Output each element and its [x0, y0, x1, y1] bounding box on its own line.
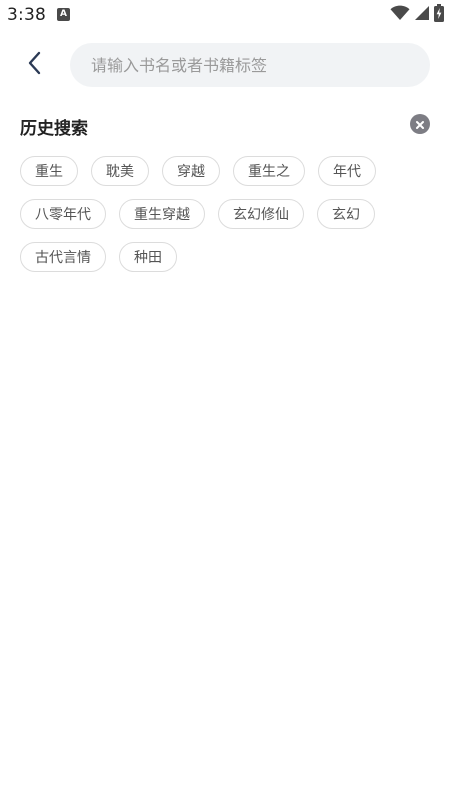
- status-time: 3:38: [7, 5, 46, 25]
- tag-row: 八零年代 重生穿越 玄幻修仙 玄幻: [20, 199, 430, 229]
- back-button[interactable]: [18, 48, 52, 82]
- history-tag[interactable]: 重生穿越: [119, 199, 205, 229]
- history-tag[interactable]: 重生: [20, 156, 78, 186]
- wifi-icon: [390, 5, 410, 25]
- history-tag[interactable]: 种田: [119, 242, 177, 272]
- close-circle-icon: [415, 115, 425, 134]
- history-tags: 重生 耽美 穿越 重生之 年代 八零年代 重生穿越 玄幻修仙 玄幻 古代言情 种…: [20, 156, 430, 285]
- history-tag[interactable]: 古代言情: [20, 242, 106, 272]
- history-tag[interactable]: 耽美: [91, 156, 149, 186]
- battery-charging-icon: [434, 4, 444, 26]
- search-screen: 3:38 A 请输入书名或者书籍标签 历史搜索 重生 耽美 穿越 重生之 年代 …: [0, 0, 450, 800]
- history-tag[interactable]: 年代: [318, 156, 376, 186]
- history-tag[interactable]: 八零年代: [20, 199, 106, 229]
- history-tag[interactable]: 玄幻修仙: [218, 199, 304, 229]
- signal-icon: [414, 5, 430, 25]
- status-bar: 3:38 A: [0, 0, 450, 30]
- search-box[interactable]: [70, 43, 430, 87]
- clear-history-button[interactable]: [410, 114, 430, 134]
- status-icons: [390, 4, 444, 26]
- history-tag[interactable]: 重生之: [233, 156, 305, 186]
- tag-row: 古代言情 种田: [20, 242, 430, 272]
- a-icon: A: [57, 8, 70, 21]
- history-tag[interactable]: 穿越: [162, 156, 220, 186]
- chevron-left-icon: [27, 51, 43, 79]
- tag-row: 重生 耽美 穿越 重生之 年代: [20, 156, 430, 186]
- history-tag[interactable]: 玄幻: [317, 199, 375, 229]
- search-input[interactable]: [91, 45, 411, 85]
- history-title: 历史搜索: [20, 119, 88, 139]
